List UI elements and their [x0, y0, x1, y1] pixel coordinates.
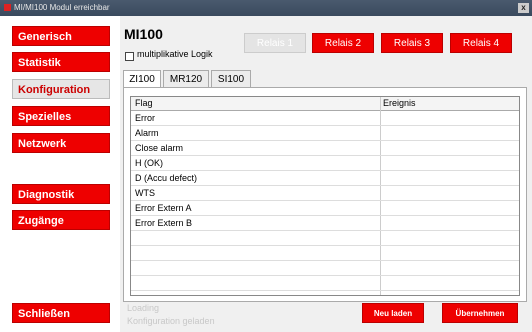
flag-cell: WTS	[135, 188, 155, 198]
tab-si100[interactable]: SI100	[211, 70, 251, 87]
nav-generisch[interactable]: Generisch	[12, 26, 110, 46]
flag-cell: D (Accu defect)	[135, 173, 198, 183]
flag-cell: Alarm	[135, 128, 159, 138]
table-row[interactable]	[131, 261, 519, 276]
relay-4-button[interactable]: Relais 4	[450, 33, 512, 53]
title-bar: MI/MI100 Modul erreichbar x	[0, 0, 532, 16]
apply-button[interactable]: Übernehmen	[442, 303, 518, 323]
table-row[interactable]: WTS	[131, 186, 519, 201]
table-row[interactable]	[131, 246, 519, 261]
app-icon	[4, 4, 11, 11]
table-row[interactable]: Error Extern B	[131, 216, 519, 231]
nav-netzwerk[interactable]: Netzwerk	[12, 133, 110, 153]
nav-statistik[interactable]: Statistik	[12, 52, 110, 72]
close-window-button[interactable]: x	[518, 3, 529, 13]
flag-cell: H (OK)	[135, 158, 163, 168]
column-header-flag: Flag	[135, 98, 153, 108]
flag-cell: Error Extern B	[135, 218, 193, 228]
sidebar: Generisch Statistik Konfiguration Spezie…	[0, 16, 120, 332]
nav-konfiguration[interactable]: Konfiguration	[12, 79, 110, 99]
multiplicative-logic-checkbox[interactable]	[125, 52, 134, 61]
app-window: MI/MI100 Modul erreichbar x Generisch St…	[0, 0, 532, 332]
nav-diagnostik[interactable]: Diagnostik	[12, 184, 110, 204]
status-config-loaded: Konfiguration geladen	[127, 316, 215, 326]
close-button[interactable]: Schließen	[12, 303, 110, 323]
reload-button[interactable]: Neu laden	[362, 303, 424, 323]
nav-spezielles[interactable]: Spezielles	[12, 106, 110, 126]
column-header-ereignis: Ereignis	[383, 98, 416, 108]
flag-cell: Close alarm	[135, 143, 184, 153]
tab-zi100[interactable]: ZI100	[123, 70, 161, 87]
table-row[interactable]: Error	[131, 111, 519, 126]
main-panel: MI100 multiplikative Logik Relais 1 Rela…	[120, 16, 532, 332]
multiplicative-logic-label: multiplikative Logik	[137, 49, 213, 59]
relay-1-button[interactable]: Relais 1	[244, 33, 306, 53]
device-title: MI100	[124, 26, 163, 42]
nav-zugaenge[interactable]: Zugänge	[12, 210, 110, 230]
flag-cell: Error	[135, 113, 155, 123]
table-row[interactable]	[131, 231, 519, 246]
table-row[interactable]: Alarm	[131, 126, 519, 141]
status-loading: Loading	[127, 303, 160, 313]
table-row[interactable]: Error Extern A	[131, 201, 519, 216]
tab-panel: Flag Ereignis Error Alarm Close alarm H …	[123, 87, 527, 302]
tab-mr120[interactable]: MR120	[163, 70, 209, 87]
flag-event-table: Flag Ereignis Error Alarm Close alarm H …	[130, 96, 520, 296]
table-row[interactable]: D (Accu defect)	[131, 171, 519, 186]
table-row[interactable]: Close alarm	[131, 141, 519, 156]
table-row[interactable]: H (OK)	[131, 156, 519, 171]
relay-2-button[interactable]: Relais 2	[312, 33, 374, 53]
flag-cell: Error Extern A	[135, 203, 192, 213]
relay-3-button[interactable]: Relais 3	[381, 33, 443, 53]
table-row[interactable]	[131, 276, 519, 291]
table-header: Flag Ereignis	[131, 97, 519, 111]
window-title: MI/MI100 Modul erreichbar	[14, 3, 110, 12]
